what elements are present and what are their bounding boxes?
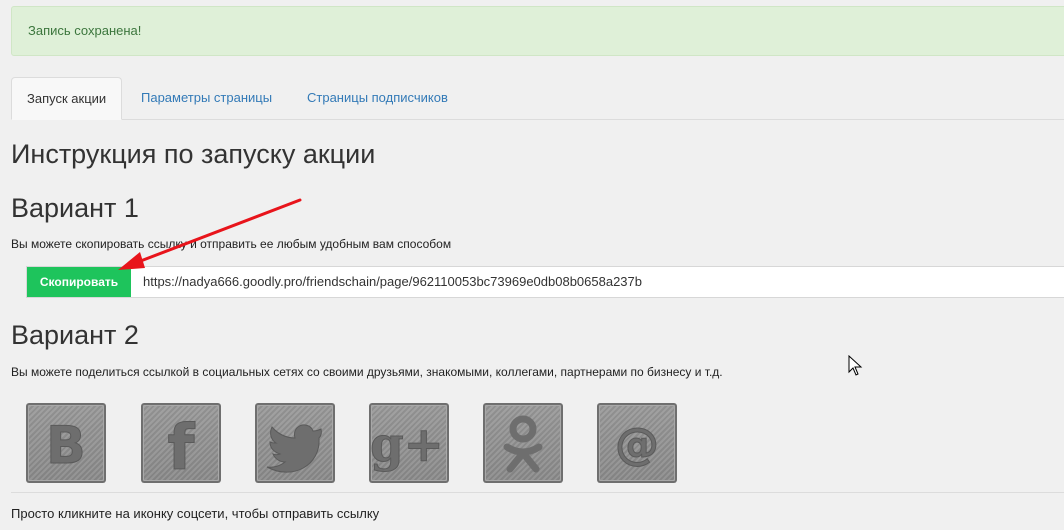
variant2-heading: Вариант 2 [11,320,139,350]
copy-link-group: Скопировать https://nadya666.goodly.pro/… [26,266,1064,298]
vk-glyph: B [46,416,86,476]
email-glyph: @ [615,419,659,470]
page-title: Инструкция по запуску акции [11,139,376,169]
twitter-share-button[interactable] [255,403,335,483]
facebook-icon: f [167,411,196,484]
footer-note: Просто кликните на иконку соцсети, чтобы… [11,506,380,521]
odnoklassniki-icon [503,415,543,473]
tab-bar: Запуск акции Параметры страницы Страницы… [11,77,1064,120]
google-plus-glyph: g+ [370,417,444,473]
variant1-description: Вы можете скопировать ссылку и отправить… [11,237,452,251]
google-plus-share-button[interactable]: g+ [369,403,449,483]
facebook-glyph: f [168,411,196,483]
mouse-cursor-icon [848,355,863,376]
variant1-heading: Вариант 1 [11,193,139,223]
facebook-share-button[interactable]: f [141,403,221,483]
vk-share-button[interactable]: B [26,403,106,483]
copy-button[interactable]: Скопировать [27,267,131,297]
twitter-icon [266,424,322,473]
share-url-field[interactable]: https://nadya666.goodly.pro/friendschain… [143,267,642,297]
odnoklassniki-share-button[interactable] [483,403,563,483]
email-share-button[interactable]: @ [597,403,677,483]
tab-launch[interactable]: Запуск акции [11,77,123,120]
section-divider [11,492,1064,493]
success-alert: Запись сохранена! [11,6,1064,56]
tab-subscriber-pages[interactable]: Страницы подписчиков [292,77,463,118]
email-icon: @ [615,419,660,471]
google-plus-icon: g+ [370,417,445,474]
alert-message: Запись сохранена! [28,23,142,38]
tab-page-settings[interactable]: Параметры страницы [126,77,287,118]
variant2-description: Вы можете поделиться ссылкой в социальны… [11,365,723,379]
vk-icon: B [46,416,87,477]
